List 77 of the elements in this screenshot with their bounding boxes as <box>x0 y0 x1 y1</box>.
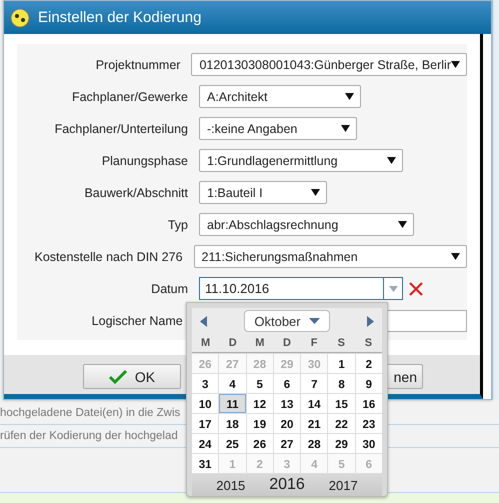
badge-icon <box>10 8 30 28</box>
field-label: Projektnummer <box>94 58 182 72</box>
calendar-day[interactable]: 26 <box>246 434 273 453</box>
date-field[interactable]: 11.10.2016 <box>199 277 403 300</box>
field-label: Logischer Name <box>90 314 184 328</box>
caret-icon <box>308 318 320 324</box>
calendar-day[interactable]: 5 <box>246 374 273 393</box>
field-label: Typ <box>166 218 189 232</box>
calendar-day[interactable]: 25 <box>219 434 246 453</box>
weekday-label: D <box>228 337 238 349</box>
caret-icon <box>451 253 460 260</box>
background-text: rüfen der Kodierung der hochgelad <box>0 429 178 444</box>
weekday-label: S <box>336 337 346 349</box>
calendar-day[interactable]: 23 <box>356 414 382 433</box>
calendar-day[interactable]: 21 <box>301 414 328 433</box>
year-option[interactable]: 2017 <box>328 478 358 492</box>
calendar-day[interactable]: 6 <box>274 374 300 393</box>
previous-icon[interactable] <box>200 316 207 326</box>
calendar-day[interactable]: 30 <box>356 434 382 453</box>
month-dropdown[interactable]: Oktober <box>244 310 330 332</box>
calendar-day[interactable]: 12 <box>246 394 273 413</box>
dropdown[interactable]: 1:Grundlagenermittlung <box>199 149 403 172</box>
calendar-day[interactable]: 8 <box>328 374 355 393</box>
calendar-day[interactable]: 16 <box>356 394 382 413</box>
calendar-day[interactable]: 9 <box>356 374 382 393</box>
calendar-day[interactable]: 4 <box>219 374 246 393</box>
calendar-day[interactable]: 2 <box>356 354 382 373</box>
year-option[interactable]: 2016 <box>269 476 305 494</box>
field-label: Planungsphase <box>100 154 189 168</box>
next-icon[interactable] <box>367 316 374 326</box>
dropdown[interactable]: A:Architekt <box>199 85 361 108</box>
caret-icon <box>345 93 354 100</box>
weekday-label: F <box>310 337 318 349</box>
caret-icon <box>451 61 460 68</box>
dropdown[interactable]: 0120130308001043:Günberger Straße, Berlir <box>191 53 467 76</box>
ok-button[interactable]: OK <box>83 364 181 389</box>
dropdown[interactable]: -:keine Angaben <box>199 117 357 140</box>
calendar-day[interactable]: 28 <box>301 434 328 453</box>
calendar-day[interactable]: 1 <box>328 354 355 373</box>
calendar-day[interactable]: 14 <box>301 394 328 413</box>
calendar-day[interactable]: 20 <box>274 414 300 433</box>
weekday-label: M <box>200 337 212 349</box>
caret-icon <box>341 125 350 132</box>
calendar-day[interactable]: 27 <box>274 434 300 453</box>
dropdown[interactable]: 1:Bauteil I <box>199 181 327 204</box>
dialog-title: Einstellen der Kodierung <box>38 9 202 26</box>
weekday-label: M <box>254 337 266 349</box>
calendar-day[interactable]: 19 <box>246 414 273 433</box>
field-label: Fachplaner/Unterteilung <box>54 122 189 136</box>
calendar-day[interactable]: 13 <box>274 394 300 413</box>
calendar-day[interactable]: 3 <box>192 374 218 393</box>
calendar-day[interactable]: 31 <box>192 454 218 473</box>
weekday-label: S <box>364 337 374 349</box>
caret-icon <box>387 157 396 164</box>
year-option[interactable]: 2015 <box>216 478 246 492</box>
calendar-day[interactable]: 7 <box>301 374 328 393</box>
weekday-label: D <box>282 337 292 349</box>
calendar-day[interactable]: 18 <box>219 414 246 433</box>
calendar-day[interactable]: 11 <box>219 394 246 413</box>
field-label: Fachplaner/Gewerke <box>70 90 189 104</box>
dropdown[interactable]: 211:Sicherungsmaßnahmen <box>194 245 467 268</box>
background-text: hochgeladene Datei(en) in die Zwis <box>0 406 180 421</box>
calendar-day[interactable]: 17 <box>192 414 218 433</box>
field-label: Datum <box>150 282 189 296</box>
calendar-day[interactable]: 15 <box>328 394 355 413</box>
check-icon <box>108 369 127 384</box>
dropdown[interactable]: abr:Abschlagsrechnung <box>199 213 414 236</box>
field-label: Kostenstelle nach DIN 276 <box>34 250 184 264</box>
calendar-day[interactable]: 29 <box>328 434 355 453</box>
calendar-day[interactable]: 10 <box>192 394 218 413</box>
caret-icon <box>311 189 320 196</box>
calendar-day[interactable]: 24 <box>192 434 218 453</box>
calendar-day[interactable]: 22 <box>328 414 355 433</box>
field-label: Bauwerk/Abschnitt <box>83 186 189 200</box>
clear-icon[interactable] <box>409 282 423 296</box>
caret-icon <box>398 221 407 228</box>
caret-icon <box>388 286 398 292</box>
